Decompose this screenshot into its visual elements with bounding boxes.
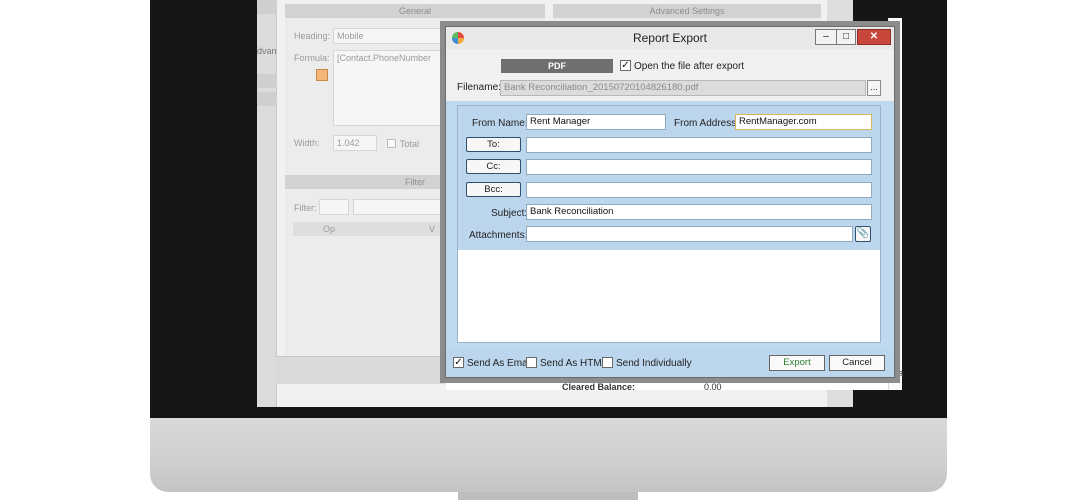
send-as-html-checkbox[interactable] bbox=[526, 357, 537, 368]
op-column-header: Op bbox=[323, 224, 336, 234]
filename-label: Filename: bbox=[457, 82, 501, 93]
minimize-button[interactable]: – bbox=[815, 29, 837, 45]
email-body-textarea[interactable] bbox=[458, 250, 880, 342]
width-field[interactable]: 1.042 bbox=[333, 135, 377, 151]
filename-field[interactable]: Bank Reconciliation_20150720104826180.pd… bbox=[500, 80, 866, 96]
send-individually-label: Send Individually bbox=[616, 358, 692, 369]
monitor-chin bbox=[150, 418, 947, 492]
formula-edit-icon[interactable] bbox=[316, 69, 328, 81]
cc-button[interactable]: Cc: bbox=[466, 159, 521, 174]
export-button[interactable]: Export bbox=[769, 355, 825, 371]
to-input[interactable] bbox=[526, 137, 872, 153]
advanced-header: Advanced Settings bbox=[553, 4, 821, 18]
general-header: General bbox=[285, 4, 545, 18]
send-as-email-label: Send As Email bbox=[467, 358, 533, 369]
left-pane-row bbox=[257, 74, 277, 88]
cleared-balance-label: Cleared Balance: bbox=[562, 382, 636, 392]
heading-field[interactable]: Mobile bbox=[333, 28, 443, 44]
report-preview-bottom bbox=[446, 378, 902, 390]
bcc-button[interactable]: Bcc: bbox=[466, 182, 521, 197]
monitor-stand bbox=[458, 492, 638, 500]
dialog-titlebar[interactable]: Report Export – □ ✕ bbox=[446, 27, 894, 49]
email-panel: From Name: Rent Manager From Address: Re… bbox=[457, 105, 881, 343]
attachments-label: Attachments: bbox=[469, 230, 528, 241]
send-individually-checkbox[interactable] bbox=[602, 357, 613, 368]
tab-pdf[interactable]: PDF bbox=[501, 59, 613, 73]
attachments-input[interactable] bbox=[526, 226, 853, 242]
subject-label: Subject: bbox=[491, 208, 528, 219]
open-after-export-label: Open the file after export bbox=[634, 61, 745, 72]
dialog-footer: ✓ Send As Email Send As HTML Send Indivi… bbox=[446, 350, 894, 377]
left-pane-row bbox=[257, 92, 277, 106]
width-label: Width: bbox=[294, 138, 320, 148]
background-left-pane: dvan bbox=[257, 0, 277, 407]
from-name-input[interactable]: Rent Manager bbox=[526, 114, 666, 130]
browse-button[interactable]: ... bbox=[867, 80, 881, 96]
left-pane-row bbox=[257, 0, 277, 14]
total-label: Total bbox=[400, 139, 420, 149]
cc-input[interactable] bbox=[526, 159, 872, 175]
cleared-balance-value: 0.00 bbox=[704, 382, 722, 392]
filter-value-field[interactable] bbox=[353, 199, 445, 215]
bcc-input[interactable] bbox=[526, 182, 872, 198]
send-as-html-label: Send As HTML bbox=[540, 358, 608, 369]
maximize-button[interactable]: □ bbox=[836, 29, 856, 45]
email-fields: From Name: Rent Manager From Address: Re… bbox=[458, 106, 880, 250]
filter-label: Filter: bbox=[294, 203, 317, 213]
open-after-export-checkbox[interactable]: ✓ bbox=[620, 60, 631, 71]
total-checkbox[interactable] bbox=[387, 139, 396, 148]
send-as-email-checkbox[interactable]: ✓ bbox=[453, 357, 464, 368]
from-name-label: From Name: bbox=[472, 118, 528, 129]
to-button[interactable]: To: bbox=[466, 137, 521, 152]
subject-input[interactable]: Bank Reconciliation bbox=[526, 204, 872, 220]
export-options-area: PDF ✓ Open the file after export Filenam… bbox=[446, 49, 894, 101]
formula-field[interactable]: [Contact.PhoneNumber bbox=[333, 50, 443, 126]
v-column-header: V bbox=[429, 224, 436, 234]
from-address-input[interactable]: RentManager.com bbox=[735, 114, 872, 130]
from-address-label: From Address: bbox=[674, 118, 740, 129]
left-pane-fragment: dvan bbox=[257, 46, 277, 56]
filter-select[interactable] bbox=[319, 199, 349, 215]
cancel-button[interactable]: Cancel bbox=[829, 355, 885, 371]
paperclip-icon[interactable]: 📎 bbox=[855, 226, 871, 242]
close-button[interactable]: ✕ bbox=[857, 29, 891, 45]
heading-label: Heading: bbox=[294, 31, 331, 41]
filter-grid-header bbox=[293, 222, 445, 236]
formula-label: Formula: bbox=[294, 53, 330, 63]
report-export-dialog: Report Export – □ ✕ PDF ✓ Open the file … bbox=[445, 26, 895, 378]
